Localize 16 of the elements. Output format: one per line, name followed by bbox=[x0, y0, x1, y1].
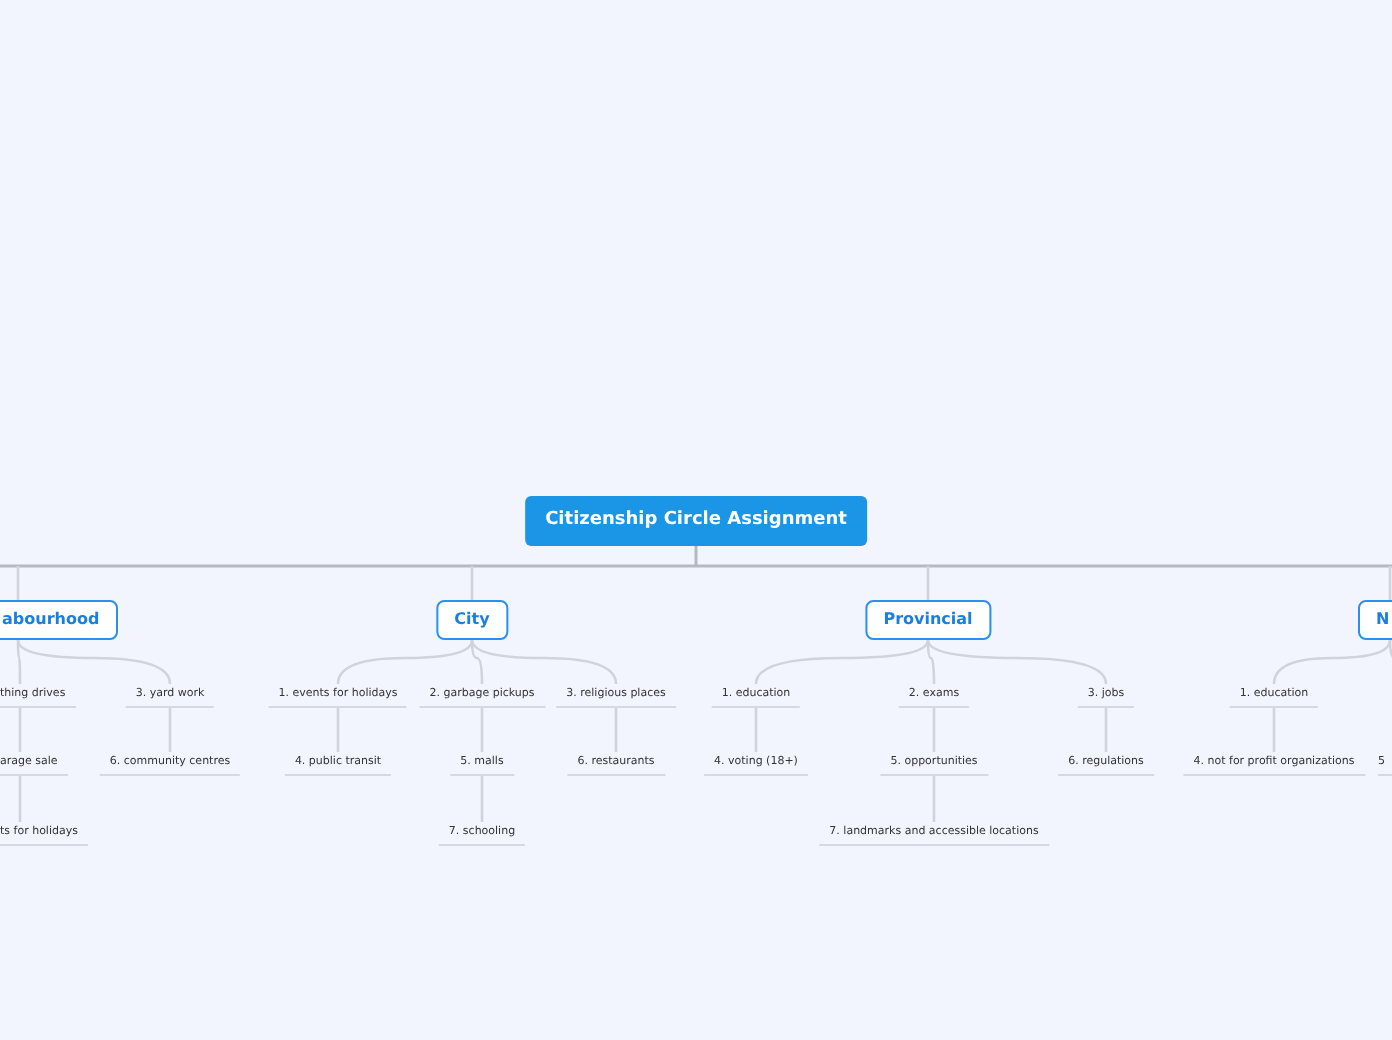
connector-line bbox=[1104, 708, 1108, 752]
branch-topic[interactable]: N bbox=[1358, 600, 1392, 640]
connector-line bbox=[480, 708, 484, 752]
branch-topic[interactable]: Provincial bbox=[865, 600, 991, 640]
connector-line bbox=[614, 708, 618, 752]
connector-line bbox=[18, 776, 22, 822]
branch-topic[interactable]: City bbox=[436, 600, 508, 640]
branch-topic[interactable]: abourhood bbox=[0, 600, 118, 640]
connector-line bbox=[336, 708, 340, 752]
connector-line bbox=[168, 708, 172, 752]
connector-line bbox=[1272, 708, 1276, 752]
connector-line bbox=[754, 708, 758, 752]
connector-line bbox=[480, 776, 484, 822]
connector-line bbox=[18, 708, 22, 752]
connector-line bbox=[932, 708, 936, 752]
connector-line bbox=[932, 776, 936, 822]
